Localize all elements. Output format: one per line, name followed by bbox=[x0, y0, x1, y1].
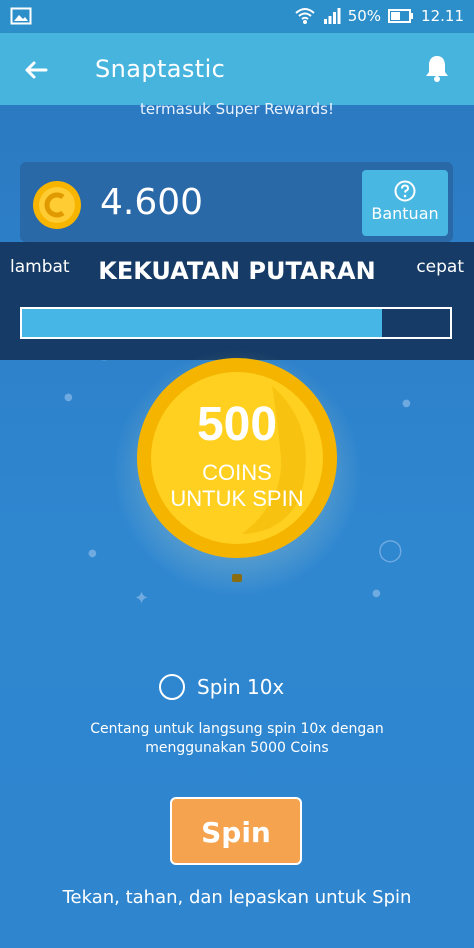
spin10-checkbox[interactable]: Spin 10x bbox=[159, 674, 284, 700]
hint-line2: menggunakan 5000 Coins bbox=[145, 740, 329, 756]
coin-balance: 4.600 bbox=[100, 182, 204, 223]
spin10-label: Spin 10x bbox=[197, 675, 285, 699]
wifi-icon bbox=[295, 8, 315, 24]
spin-instruction: Tekan, tahan, dan lepaskan untuk Spin bbox=[62, 887, 412, 908]
battery-icon bbox=[388, 9, 414, 23]
radio-icon[interactable] bbox=[159, 674, 185, 700]
battery-percent: 50% bbox=[347, 7, 382, 25]
spin-coin[interactable]: 500 COINS UNTUK SPIN bbox=[112, 348, 362, 598]
bell-icon[interactable] bbox=[420, 51, 454, 85]
coin-label-line1: COINS bbox=[202, 460, 272, 485]
help-label: Bantuan bbox=[371, 204, 439, 223]
power-title: KEKUATAN PUTARAN bbox=[98, 257, 376, 285]
sparkle-icon: ● bbox=[88, 548, 97, 559]
fast-label: cepat bbox=[416, 257, 464, 277]
clock: 12.11 bbox=[421, 7, 464, 25]
spin-button[interactable]: Spin bbox=[170, 797, 302, 865]
balance-card: 4.600 Bantuan bbox=[20, 162, 453, 242]
status-bar: 50% 12.11 bbox=[0, 0, 474, 33]
spin-power-panel: lambat KEKUATAN PUTARAN cepat bbox=[0, 242, 474, 360]
spin10-hint: Centang untuk langsung spin 10x dengan m… bbox=[70, 720, 404, 758]
coin-icon bbox=[33, 181, 81, 229]
signal-icon bbox=[323, 8, 341, 24]
coin-label-line2: UNTUK SPIN bbox=[170, 486, 303, 511]
question-icon bbox=[394, 180, 416, 202]
power-meter bbox=[20, 307, 452, 339]
app-bar: Snaptastic bbox=[0, 33, 474, 105]
app-title: Snaptastic bbox=[95, 55, 226, 83]
status-icons: 50% 12.11 bbox=[294, 6, 464, 26]
hint-line1: Centang untuk langsung spin 10x dengan bbox=[90, 721, 384, 737]
sparkle-icon: ● bbox=[64, 392, 73, 403]
back-arrow-icon[interactable] bbox=[20, 54, 52, 86]
help-button[interactable]: Bantuan bbox=[362, 170, 448, 236]
subtitle: termasuk Super Rewards! bbox=[140, 100, 334, 118]
sparkle-icon: ● bbox=[372, 588, 381, 599]
power-meter-fill bbox=[22, 309, 382, 337]
coin-value: 500 bbox=[197, 398, 277, 451]
sparkle-icon: ◯ bbox=[378, 538, 403, 563]
gallery-icon bbox=[10, 7, 32, 25]
sparkle-icon: ● bbox=[402, 398, 411, 409]
